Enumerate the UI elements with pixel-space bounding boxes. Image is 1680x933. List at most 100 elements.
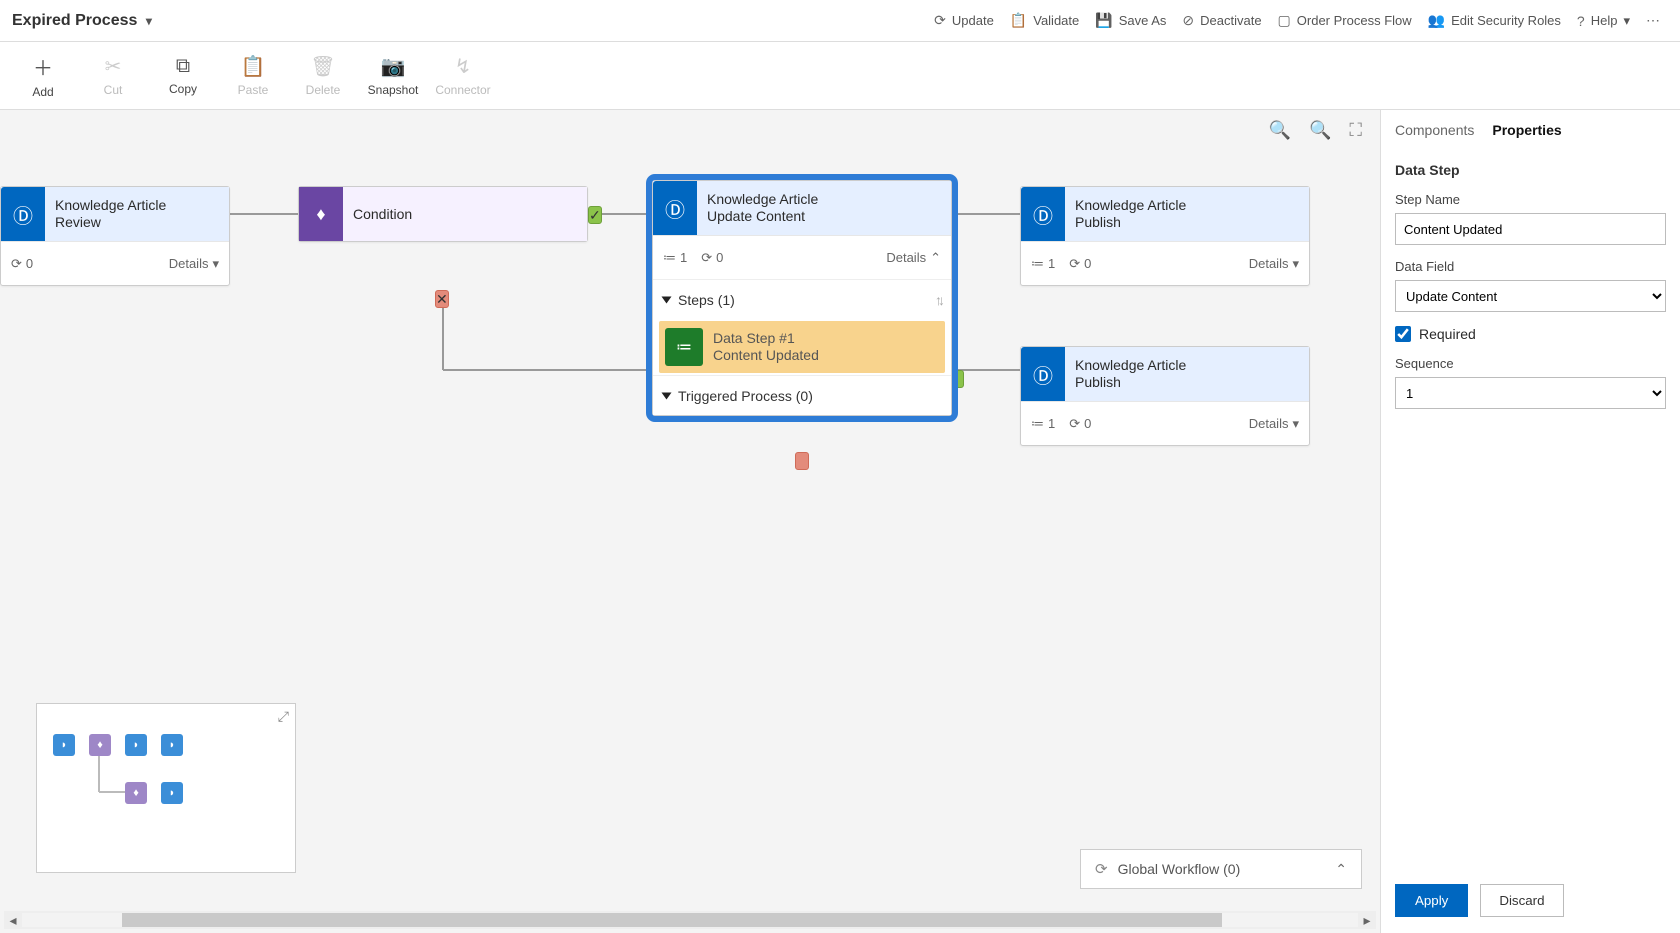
process-title[interactable]: Expired Process ▾ bbox=[12, 12, 152, 30]
more-icon: ⋯ bbox=[1646, 12, 1660, 29]
copy-icon: ⧉ bbox=[176, 55, 190, 78]
overflow-button[interactable]: ⋯ bbox=[1638, 8, 1668, 33]
data-step-text: Data Step #1 Content Updated bbox=[703, 330, 819, 364]
refresh-icon: ⟳ bbox=[934, 12, 946, 29]
designer-canvas[interactable]: 🔍 🔍 ⛶ Ⓓ Knowledge Article Review ⟳ 0 Det… bbox=[0, 110, 1380, 933]
add-button[interactable]: ＋Add bbox=[8, 45, 78, 107]
discard-button[interactable]: Discard bbox=[1480, 884, 1563, 917]
details-toggle[interactable]: Details ▾ bbox=[1249, 256, 1299, 272]
data-step-icon: ≔ bbox=[665, 328, 703, 366]
stage-title: Knowledge Article Publish bbox=[1065, 197, 1196, 232]
stage-title-line1: Knowledge Article bbox=[707, 191, 818, 209]
data-step-title: Data Step #1 bbox=[713, 330, 819, 347]
scroll-track[interactable] bbox=[22, 913, 1358, 927]
required-checkbox[interactable] bbox=[1395, 326, 1411, 342]
chevron-down-icon: ▾ bbox=[212, 256, 219, 272]
stage-title-line2: Publish bbox=[1075, 374, 1186, 392]
snapshot-button[interactable]: 📷Snapshot bbox=[358, 45, 428, 107]
data-step-content-updated[interactable]: ≔ Data Step #1 Content Updated bbox=[659, 321, 945, 373]
details-label: Details bbox=[1249, 416, 1289, 431]
scroll-right-icon[interactable]: ▸ bbox=[1358, 912, 1376, 929]
help-button[interactable]: ?Help▾ bbox=[1569, 9, 1638, 33]
properties-panel: Components Properties Data Step Step Nam… bbox=[1380, 110, 1680, 933]
steps-header-row[interactable]: Steps (1) ↑↓ bbox=[653, 279, 951, 319]
minimap[interactable]: ⤢ ◗ ♦ ◗ ◗ ♦ ◗ bbox=[36, 703, 296, 873]
copy-button[interactable]: ⧉ Copy bbox=[148, 45, 218, 107]
help-label: Help bbox=[1591, 13, 1618, 28]
edit-security-button[interactable]: 👥 Edit Security Roles bbox=[1420, 8, 1569, 33]
reorder-arrows-icon[interactable]: ↑↓ bbox=[935, 292, 941, 308]
minimap-lines bbox=[47, 734, 285, 854]
stage-update-content[interactable]: Ⓓ Knowledge Article Update Content ≔ 1 ⟳… bbox=[652, 180, 952, 416]
steps-count-icon: ≔ 1 bbox=[663, 250, 687, 266]
fit-screen-icon[interactable]: ⛶ bbox=[1349, 120, 1362, 141]
scroll-left-icon[interactable]: ◂ bbox=[4, 912, 22, 929]
paste-button[interactable]: 📋Paste bbox=[218, 45, 288, 107]
deactivate-label: Deactivate bbox=[1200, 13, 1261, 28]
roles-icon: 👥 bbox=[1428, 12, 1445, 29]
details-label: Details bbox=[169, 256, 209, 271]
tab-properties[interactable]: Properties bbox=[1492, 122, 1561, 144]
zoom-in-icon[interactable]: 🔍 bbox=[1269, 120, 1291, 141]
update-button[interactable]: ⟳Update bbox=[926, 8, 1002, 33]
edit-security-label: Edit Security Roles bbox=[1451, 13, 1561, 28]
delete-label: Delete bbox=[306, 83, 341, 97]
stage-knowledge-article-publish-1[interactable]: Ⓓ Knowledge Article Publish ≔ 1 ⟳ 0 Deta… bbox=[1020, 186, 1310, 286]
condition-node[interactable]: ♦ Condition bbox=[298, 186, 588, 242]
chevron-down-icon: ▾ bbox=[146, 14, 152, 28]
panel-tabs: Components Properties bbox=[1395, 122, 1666, 144]
workflow-count-icon: ⟳ 0 bbox=[701, 250, 723, 266]
stage-title: Knowledge Article Review bbox=[45, 197, 176, 232]
global-workflow-bar[interactable]: ⟳ Global Workflow (0) ⌃ bbox=[1080, 849, 1362, 889]
condition-icon: ♦ bbox=[299, 187, 343, 241]
sequence-label: Sequence bbox=[1395, 356, 1666, 371]
stage-expand-body: Steps (1) ↑↓ ≔ Data Step #1 Content Upda… bbox=[653, 279, 951, 415]
main-layout: 🔍 🔍 ⛶ Ⓓ Knowledge Article Review ⟳ 0 Det… bbox=[0, 110, 1680, 933]
connector-button[interactable]: ↯Connector bbox=[428, 45, 498, 107]
stage-knowledge-article-review[interactable]: Ⓓ Knowledge Article Review ⟳ 0 Details ▾ bbox=[0, 186, 230, 286]
scroll-thumb[interactable] bbox=[122, 913, 1222, 927]
minimap-expand-icon[interactable]: ⤢ bbox=[278, 708, 289, 725]
deactivate-button[interactable]: ⊘Deactivate bbox=[1174, 8, 1269, 33]
triggered-process-label: Triggered Process (0) bbox=[678, 388, 813, 404]
stage-icon: Ⓓ bbox=[653, 181, 697, 235]
triggered-process-row[interactable]: Triggered Process (0) bbox=[653, 375, 951, 415]
stage-title: Knowledge Article Publish bbox=[1065, 357, 1196, 392]
chevron-down-icon: ▾ bbox=[1292, 256, 1299, 272]
zoom-out-icon[interactable]: 🔍 bbox=[1309, 120, 1331, 141]
delete-button[interactable]: 🗑Delete bbox=[288, 45, 358, 107]
cut-button[interactable]: ✂Cut bbox=[78, 45, 148, 107]
required-checkbox-row[interactable]: Required bbox=[1395, 326, 1666, 342]
data-field-label: Data Field bbox=[1395, 259, 1666, 274]
help-icon: ? bbox=[1577, 13, 1585, 29]
tab-components[interactable]: Components bbox=[1395, 122, 1474, 144]
details-toggle[interactable]: Details ⌃ bbox=[886, 250, 941, 266]
document-icon: ▢ bbox=[1278, 12, 1291, 29]
data-field-select[interactable]: Update Content bbox=[1395, 280, 1666, 312]
steps-count: 1 bbox=[680, 250, 687, 265]
steps-count: 1 bbox=[1048, 416, 1055, 431]
details-toggle[interactable]: Details ▾ bbox=[169, 256, 219, 272]
required-label: Required bbox=[1419, 326, 1476, 342]
copy-label: Copy bbox=[169, 82, 197, 96]
horizontal-scrollbar[interactable]: ◂ ▸ bbox=[4, 911, 1376, 929]
save-as-button[interactable]: 💾Save As bbox=[1087, 8, 1174, 33]
stage-knowledge-article-publish-2[interactable]: Ⓓ Knowledge Article Publish ≔ 1 ⟳ 0 Deta… bbox=[1020, 346, 1310, 446]
stage-icon: Ⓓ bbox=[1, 187, 45, 241]
data-step-subtitle: Content Updated bbox=[713, 347, 819, 364]
workflow-count: 0 bbox=[26, 256, 33, 271]
details-toggle[interactable]: Details ▾ bbox=[1249, 416, 1299, 432]
add-label: Add bbox=[32, 85, 53, 99]
stage-title: Knowledge Article Update Content bbox=[697, 191, 828, 226]
step-name-input[interactable] bbox=[1395, 213, 1666, 245]
chevron-up-icon: ⌃ bbox=[930, 250, 941, 266]
collapse-icon bbox=[662, 392, 672, 399]
sequence-select[interactable]: 1 bbox=[1395, 377, 1666, 409]
clipboard-icon: 📋 bbox=[1010, 12, 1027, 29]
order-process-label: Order Process Flow bbox=[1297, 13, 1412, 28]
validate-button[interactable]: 📋Validate bbox=[1002, 8, 1087, 33]
order-process-button[interactable]: ▢ Order Process Flow bbox=[1270, 8, 1420, 33]
apply-button[interactable]: Apply bbox=[1395, 884, 1468, 917]
steps-count: 1 bbox=[1048, 256, 1055, 271]
panel-actions: Apply Discard bbox=[1395, 868, 1666, 933]
